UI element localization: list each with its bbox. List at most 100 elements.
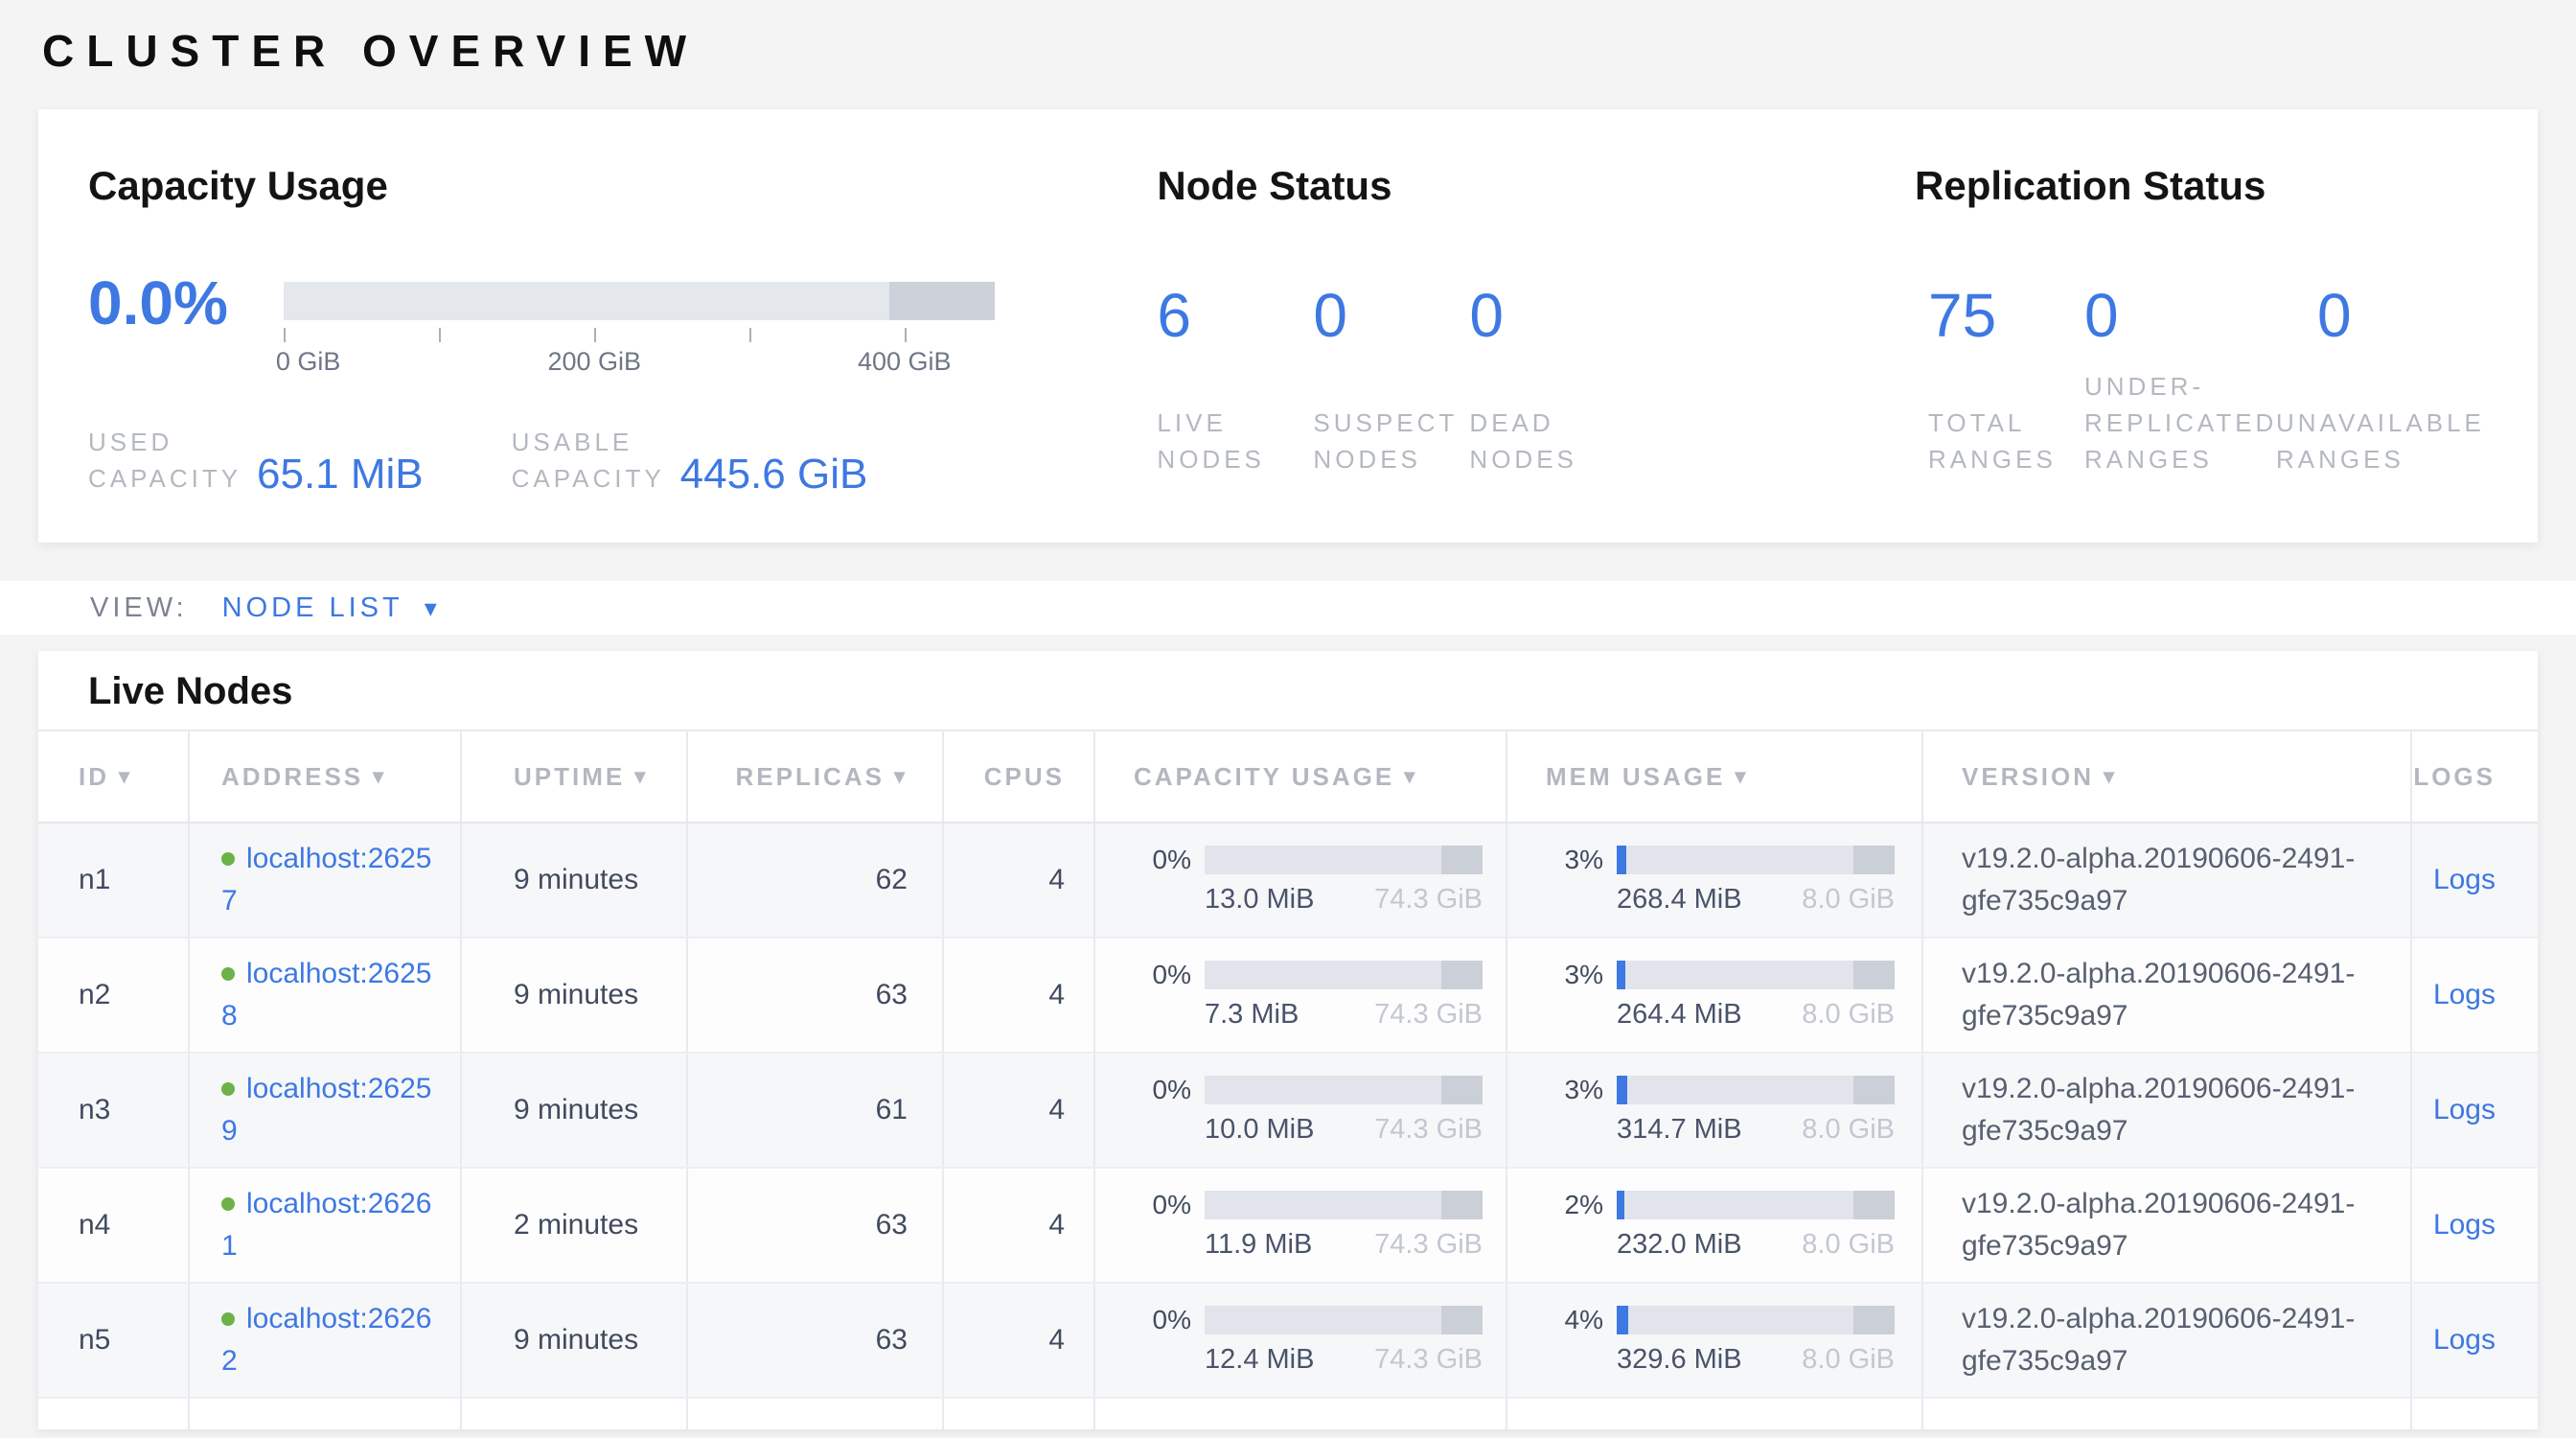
column-header-version[interactable]: VERSION ▾ xyxy=(1923,731,2412,822)
capacity-percent: 0% xyxy=(1134,1306,1191,1334)
capacity-usage-bar xyxy=(1205,1076,1483,1104)
column-label: VERSION xyxy=(1962,762,2094,792)
capacity-usage-reserved-segment xyxy=(1441,1306,1484,1334)
sort-descending-icon: ▾ xyxy=(894,764,908,789)
node-version: v19.2.0-alpha.20190606-2491-gfe735c9a97 xyxy=(1962,1068,2389,1152)
table-row-partial xyxy=(38,1399,2538,1429)
node-address-cell: localhost:26261 xyxy=(190,1169,462,1282)
capacity-total-value: 74.3 GiB xyxy=(1374,1114,1483,1145)
empty-cell xyxy=(944,1399,1095,1429)
axis-tick xyxy=(749,328,751,342)
column-label: CPUS xyxy=(984,762,1065,792)
logs-link[interactable]: Logs xyxy=(2433,979,2496,1011)
column-header-cpus[interactable]: CPUS xyxy=(944,731,1095,822)
node-uptime-cell: 9 minutes xyxy=(462,939,688,1052)
mem-used-value: 314.7 MiB xyxy=(1617,1114,1742,1145)
table-body: n1 localhost:26257 9 minutes 62 4 0% xyxy=(38,823,2538,1399)
capacity-gauge-axis: 0 GiB 200 GiB 400 GiB xyxy=(284,320,995,380)
node-id: n2 xyxy=(79,979,110,1011)
node-replicas: 61 xyxy=(876,1094,908,1126)
capacity-usage-title: Capacity Usage xyxy=(88,163,1157,209)
node-uptime: 9 minutes xyxy=(514,864,638,896)
node-uptime-cell: 9 minutes xyxy=(462,823,688,937)
mem-percent: 3% xyxy=(1546,1076,1603,1104)
capacity-stats: USED CAPACITY 65.1 MiB USABLE CAPACITY 4… xyxy=(88,424,1157,497)
node-version-cell: v19.2.0-alpha.20190606-2491-gfe735c9a97 xyxy=(1923,1054,2412,1167)
column-label: UPTIME xyxy=(514,762,625,792)
node-id: n3 xyxy=(79,1094,110,1126)
node-id-cell: n3 xyxy=(38,1054,190,1167)
column-header-id[interactable]: ID ▾ xyxy=(38,731,190,822)
table-row: n4 localhost:26261 2 minutes 63 4 0% xyxy=(38,1169,2538,1284)
column-header-replicas[interactable]: REPLICAS ▾ xyxy=(688,731,944,822)
node-uptime: 9 minutes xyxy=(514,1324,638,1357)
logs-link[interactable]: Logs xyxy=(2433,864,2496,896)
unavailable-ranges-count: 0 xyxy=(2317,282,2538,349)
node-uptime-cell: 9 minutes xyxy=(462,1284,688,1397)
node-address-link[interactable]: localhost:26262 xyxy=(221,1303,431,1377)
capacity-total-value: 74.3 GiB xyxy=(1374,1344,1483,1375)
capacity-usage-reserved-segment xyxy=(1441,846,1484,874)
node-address-link[interactable]: localhost:26259 xyxy=(221,1073,431,1147)
column-header-uptime[interactable]: UPTIME ▾ xyxy=(462,731,688,822)
node-logs-cell: Logs xyxy=(2412,939,2538,1052)
node-capacity-usage-cell: 0% 10.0 MiB 74.3 GiB xyxy=(1095,1054,1507,1167)
column-label: ID xyxy=(79,762,109,792)
mem-percent: 2% xyxy=(1546,1191,1603,1219)
capacity-gauge-reserved-segment xyxy=(889,282,995,320)
table-row: n5 localhost:26262 9 minutes 63 4 0% xyxy=(38,1284,2538,1399)
node-logs-cell: Logs xyxy=(2412,1169,2538,1282)
column-header-mem-usage[interactable]: MEM USAGE ▾ xyxy=(1507,731,1923,822)
axis-tick xyxy=(439,328,441,342)
mem-usage-bar xyxy=(1617,1076,1895,1104)
dead-nodes-count: 0 xyxy=(1469,282,1661,349)
dead-nodes-label: DEAD NODES xyxy=(1469,405,1661,477)
node-address-link[interactable]: localhost:26258 xyxy=(221,958,431,1032)
node-id: n4 xyxy=(79,1209,110,1241)
capacity-used-value: 13.0 MiB xyxy=(1205,884,1314,915)
empty-cell xyxy=(38,1399,190,1429)
logs-link[interactable]: Logs xyxy=(2433,1209,2496,1241)
under-replicated-ranges-count: 0 xyxy=(2084,282,2317,349)
mem-usage-fill xyxy=(1617,961,1625,989)
column-header-capacity-usage[interactable]: CAPACITY USAGE ▾ xyxy=(1095,731,1507,822)
capacity-usage-section: Capacity Usage 0.0% 0 GiB 200 GiB xyxy=(38,109,1157,543)
column-label: REPLICAS xyxy=(735,762,884,792)
live-nodes-card: Live Nodes ID ▾ ADDRESS ▾ UPTIME ▾ REPLI… xyxy=(38,651,2538,1429)
mem-usage-fill xyxy=(1617,1076,1627,1104)
node-address-link[interactable]: localhost:26261 xyxy=(221,1188,431,1262)
node-status-section: Node Status 6 0 0 LIVE NODES SUSPECT NOD… xyxy=(1157,109,1915,543)
node-uptime: 9 minutes xyxy=(514,1094,638,1126)
node-capacity-usage-cell: 0% 11.9 MiB 74.3 GiB xyxy=(1095,1169,1507,1282)
node-mem-usage-cell: 3% 264.4 MiB 8.0 GiB xyxy=(1507,939,1923,1052)
node-version: v19.2.0-alpha.20190606-2491-gfe735c9a97 xyxy=(1962,838,2389,922)
view-selector-dropdown[interactable]: NODE LIST ▾ xyxy=(222,592,437,624)
view-bar: VIEW: NODE LIST ▾ xyxy=(0,581,2576,635)
node-status-labels: LIVE NODES SUSPECT NODES DEAD NODES xyxy=(1157,368,1915,477)
capacity-total-value: 74.3 GiB xyxy=(1374,1229,1483,1260)
node-replicas-cell: 62 xyxy=(688,823,944,937)
node-uptime-cell: 9 minutes xyxy=(462,1054,688,1167)
usable-capacity-label: USABLE CAPACITY xyxy=(512,424,656,497)
mem-usage-reserved-segment xyxy=(1853,961,1896,989)
page-title: CLUSTER OVERVIEW xyxy=(42,25,2576,77)
usable-capacity-value: 445.6 GiB xyxy=(680,452,868,497)
node-live-status-icon xyxy=(221,852,235,866)
sort-descending-icon: ▾ xyxy=(1404,764,1417,789)
live-nodes-label: LIVE NODES xyxy=(1157,405,1313,477)
logs-link[interactable]: Logs xyxy=(2433,1324,2496,1357)
empty-cell xyxy=(1923,1399,2412,1429)
node-live-status-icon xyxy=(221,967,235,981)
node-id: n5 xyxy=(79,1324,110,1357)
mem-used-value: 264.4 MiB xyxy=(1617,999,1742,1030)
mem-usage-fill xyxy=(1617,846,1626,874)
empty-cell xyxy=(1507,1399,1923,1429)
mem-usage-reserved-segment xyxy=(1853,1076,1896,1104)
axis-tick xyxy=(594,328,596,342)
logs-link[interactable]: Logs xyxy=(2433,1094,2496,1126)
node-address-link[interactable]: localhost:26257 xyxy=(221,843,431,916)
node-logs-cell: Logs xyxy=(2412,823,2538,937)
replication-labels: TOTAL RANGES UNDER-REPLICATED RANGES UNA… xyxy=(1915,368,2538,477)
capacity-usage-bar xyxy=(1205,961,1483,989)
column-header-address[interactable]: ADDRESS ▾ xyxy=(190,731,462,822)
